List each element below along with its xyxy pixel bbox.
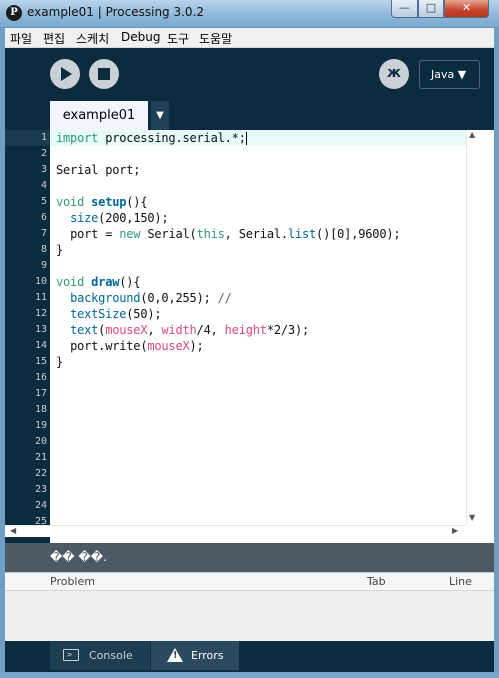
window-titlebar: P example01 | Processing 3.0.2 — □ ✕ (0, 0, 499, 28)
maximize-button[interactable]: □ (418, 0, 444, 18)
run-button[interactable] (50, 59, 80, 89)
line-number: 17 (34, 388, 47, 399)
code-line: size(200,150); (70, 211, 169, 225)
scroll-down-arrow-icon[interactable]: ▼ (469, 513, 475, 522)
window-bottom-frame (0, 672, 499, 678)
console-icon: > (63, 649, 79, 661)
code-line: textSize(50); (70, 307, 162, 321)
footer-tab-bar: > Console ! Errors (5, 641, 494, 672)
status-message: �� ��. (5, 543, 494, 572)
code-line: background(0,0,255); // (70, 291, 232, 305)
line-number: 9 (40, 260, 47, 271)
line-number: 7 (40, 228, 47, 239)
line-number: 8 (40, 244, 47, 255)
scroll-left-arrow-icon[interactable]: ◀ (10, 526, 16, 535)
text-caret (245, 132, 247, 145)
menu-sketch[interactable]: 스케치 (76, 30, 109, 47)
column-tab[interactable]: Tab (367, 573, 386, 591)
line-number: 5 (40, 196, 47, 207)
line-number: 15 (34, 356, 47, 367)
window-title: example01 | Processing 3.0.2 (27, 5, 205, 19)
line-number: 13 (34, 324, 47, 335)
toolbar: ж Java ▼ (5, 48, 494, 100)
scroll-up-arrow-icon[interactable]: ▲ (469, 130, 475, 139)
code-editor: 1 2 3 4 5 6 7 8 9 10 11 12 13 14 15 16 1… (5, 130, 494, 573)
errors-label: Errors (191, 649, 224, 662)
code-text-area[interactable]: import processing.serial.*; Serial port; v… (50, 130, 466, 525)
horizontal-scrollbar[interactable]: ◀ ▶ (5, 525, 466, 537)
tab-console[interactable]: > Console (50, 641, 150, 670)
line-number-gutter: 1 2 3 4 5 6 7 8 9 10 11 12 13 14 15 16 1… (5, 130, 50, 573)
line-number: 4 (40, 180, 47, 191)
line-number: 20 (34, 436, 47, 447)
menu-file[interactable]: 파일 (10, 30, 32, 47)
processing-ide: ж Java ▼ example01 ▼ 1 2 3 4 5 6 7 8 9 1… (5, 48, 494, 672)
errors-panel: Problem Tab Line (5, 572, 494, 641)
menu-edit[interactable]: 편집 (43, 30, 65, 47)
play-icon (61, 67, 72, 81)
stop-button[interactable] (89, 59, 119, 89)
line-number: 18 (34, 404, 47, 415)
line-number: 11 (34, 292, 47, 303)
line-number: 2 (40, 148, 47, 159)
menu-debug[interactable]: Debug (121, 30, 160, 44)
menu-tools[interactable]: 도구 (167, 30, 189, 47)
line-number: 12 (34, 308, 47, 319)
code-line: port = new Serial(this, Serial.list()[0]… (70, 227, 401, 241)
code-line: text(mouseX, width/4, height*2/3); (70, 323, 310, 337)
menu-help[interactable]: 도움말 (199, 30, 232, 47)
code-line: } (56, 243, 64, 257)
sketch-tab-bar: example01 ▼ (5, 100, 494, 130)
console-label: Console (89, 649, 133, 662)
processing-app-icon: P (6, 5, 22, 21)
line-number: 16 (34, 372, 47, 383)
errors-table-header: Problem Tab Line (5, 573, 494, 591)
line-number: 3 (40, 164, 47, 175)
code-line: Serial port; (56, 163, 141, 177)
line-number: 22 (34, 468, 47, 479)
code-line: void setup(){ (56, 195, 148, 209)
line-number: 21 (34, 452, 47, 463)
line-number: 14 (34, 340, 47, 351)
line-number: 19 (34, 420, 47, 431)
code-line: port.write(mouseX); (70, 339, 204, 353)
code-line: void draw(){ (56, 275, 141, 289)
line-number: 6 (40, 212, 47, 223)
warning-mark: ! (173, 650, 178, 661)
line-number: 24 (34, 500, 47, 511)
editor-margin (478, 130, 494, 537)
code-line: import processing.serial.*; (56, 131, 247, 145)
vertical-scrollbar[interactable]: ▲ ▼ (466, 130, 478, 525)
menu-bar: 파일 편집 스케치 Debug 도구 도움말 (5, 28, 494, 48)
tab-menu-button[interactable]: ▼ (151, 101, 169, 130)
code-line: } (56, 355, 64, 369)
line-number: 10 (34, 276, 47, 287)
tab-errors[interactable]: ! Errors (151, 641, 239, 670)
close-button[interactable]: ✕ (444, 0, 489, 18)
mode-selector[interactable]: Java ▼ (419, 60, 480, 89)
line-number: 23 (34, 484, 47, 495)
line-number: 1 (40, 132, 47, 143)
scroll-right-arrow-icon[interactable]: ▶ (452, 526, 458, 535)
column-problem[interactable]: Problem (50, 573, 95, 591)
column-line[interactable]: Line (449, 573, 472, 591)
debug-button[interactable]: ж (379, 59, 409, 89)
stop-icon (98, 68, 110, 80)
butterfly-icon: ж (387, 65, 401, 81)
minimize-button[interactable]: — (391, 0, 418, 18)
tab-example01[interactable]: example01 (50, 101, 148, 130)
